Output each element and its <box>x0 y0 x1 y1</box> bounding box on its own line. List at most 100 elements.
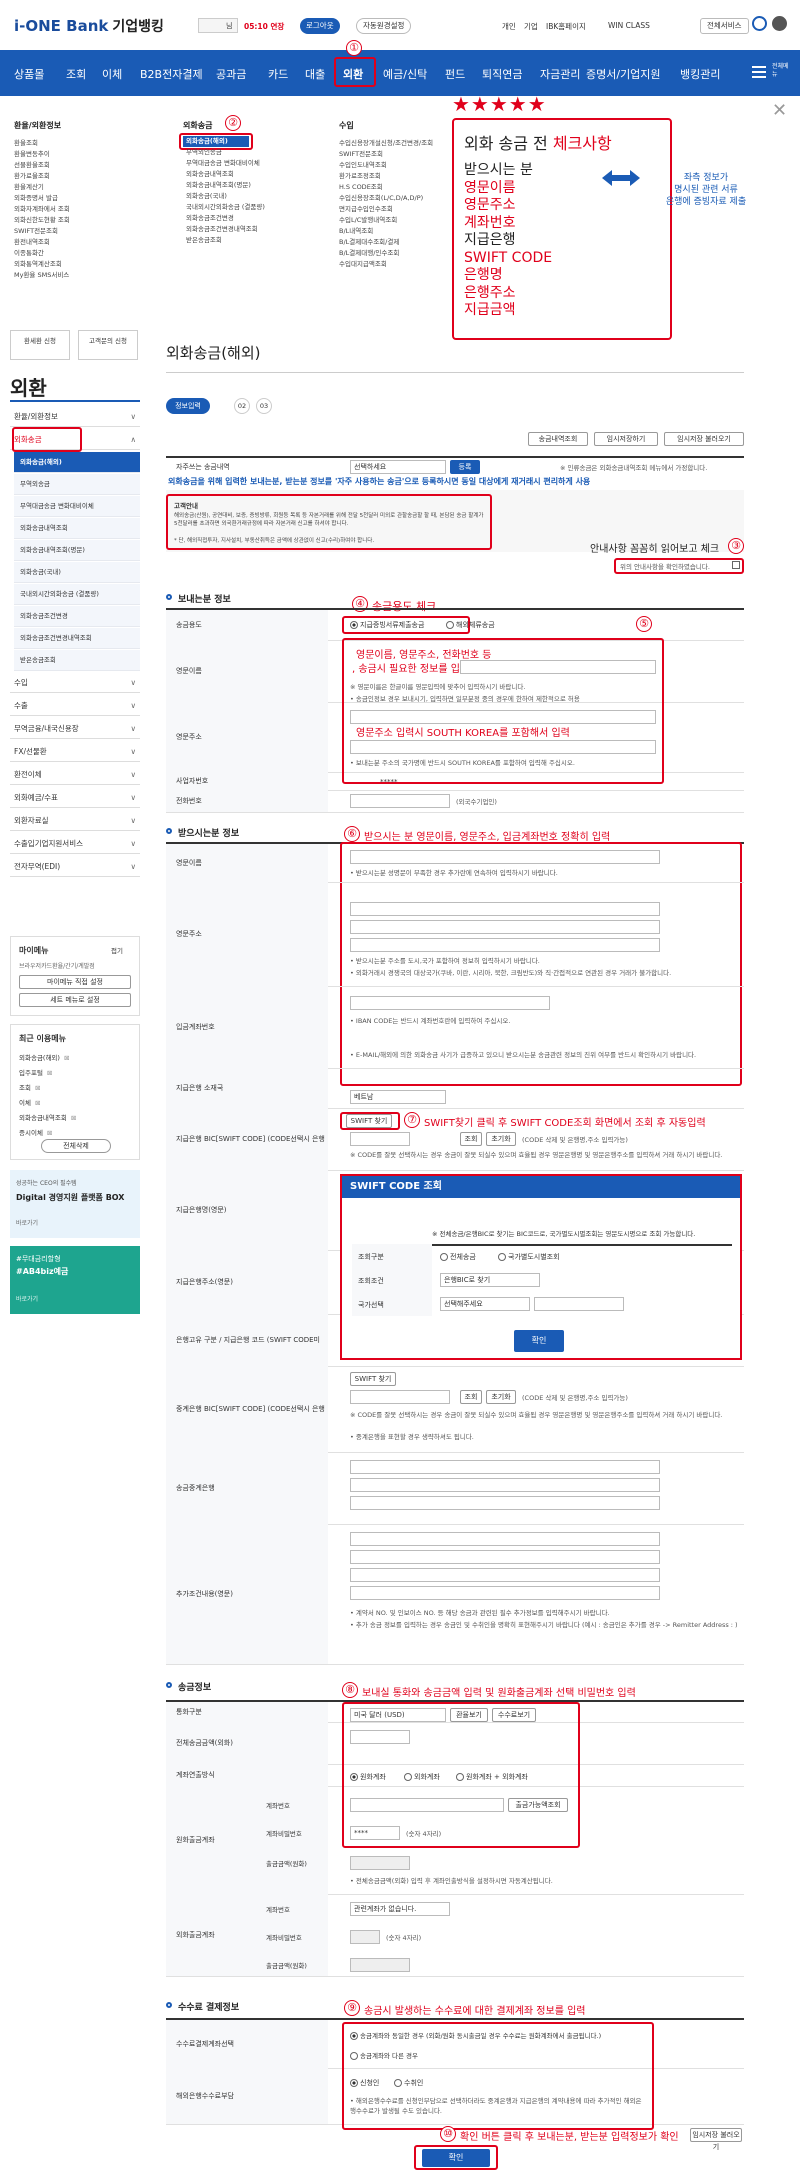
megamenu-item[interactable]: 외화송금조건변경내역조회 <box>186 224 316 235</box>
recent-item[interactable]: 외화송금내역조회 ⊠ <box>19 1111 76 1126</box>
swift-popup-type-opt1[interactable]: 전체송금 <box>440 1252 476 1262</box>
left-menu-item[interactable]: 외화예금/수표 ∨ <box>10 787 140 808</box>
recent-item[interactable]: 이체 ⊠ <box>19 1096 76 1111</box>
link-win-class[interactable]: WIN CLASS <box>608 21 650 30</box>
megamenu-item[interactable]: 환가료조정조회 <box>339 171 469 182</box>
close-icon[interactable]: ✕ <box>772 100 787 121</box>
method-opt-fx[interactable]: 외화계좌 <box>404 1772 440 1782</box>
left-submenu-item[interactable]: 외화송금내역조회(명문) <box>14 540 140 561</box>
fx-pw-input[interactable] <box>350 1930 380 1944</box>
megamenu-item[interactable]: 수입신용장조회(L/C,D/A,D/P) <box>339 193 469 204</box>
nav-fund[interactable]: 펀드 <box>445 66 465 82</box>
close-icon[interactable]: ⊠ <box>47 1069 52 1077</box>
all-service-select[interactable]: 전체서비스 <box>700 18 749 34</box>
fee-acct-opt2[interactable]: 송금계좌와 다른 경우 <box>350 2050 418 2060</box>
megamenu-item[interactable]: My환율 SMS서비스 <box>14 270 144 281</box>
recent-clear-button[interactable]: 전체삭제 <box>41 1139 111 1153</box>
extra-input-2[interactable] <box>350 1550 660 1564</box>
megamenu-item[interactable]: 외화송금(해외) <box>186 136 316 147</box>
fav-register-button[interactable]: 등록 <box>450 460 480 474</box>
sender-addr-input-1[interactable] <box>350 710 656 724</box>
megamenu-item[interactable]: 이종통화간 <box>14 248 144 259</box>
close-icon[interactable]: ⊠ <box>35 1084 40 1092</box>
history-button[interactable]: 송금내역조회 <box>528 432 588 446</box>
inter-swift-input[interactable] <box>350 1390 450 1404</box>
amount-input[interactable] <box>350 1730 410 1744</box>
settings-icon[interactable] <box>772 16 787 31</box>
left-submenu-item[interactable]: 무역대금송금 변화대비이체 <box>14 496 140 517</box>
fee-view-button[interactable]: 수수료보기 <box>492 1708 536 1722</box>
receiver-addr-input-1[interactable] <box>350 902 660 916</box>
globe-icon[interactable] <box>752 16 767 31</box>
megamenu-item[interactable]: 외화증명서 발급 <box>14 193 144 204</box>
left-submenu-item[interactable]: 외화송금조건변경내역조회 <box>14 628 140 649</box>
megamenu-item[interactable]: 국내외시간외화송금 (결품량) <box>186 202 316 213</box>
left-menu-item[interactable]: 무역금융/내국신용장 ∨ <box>10 718 140 739</box>
nav-banking-mgmt[interactable]: 뱅킹관리 <box>680 66 720 82</box>
extra-input-3[interactable] <box>350 1568 660 1582</box>
nav-card[interactable]: 카드 <box>268 66 288 82</box>
megamenu-item[interactable]: 받은송금조회 <box>186 235 316 246</box>
swift-popup-type-opt2[interactable]: 국가별도시별조회 <box>498 1252 560 1262</box>
megamenu-item[interactable]: 외화송금내역조회 <box>186 169 316 180</box>
left-submenu-item[interactable]: 외화송금조건변경 <box>14 606 140 627</box>
nav-b2b[interactable]: B2B전자결제 <box>140 66 203 82</box>
all-menu-label[interactable]: 전체메뉴 <box>772 63 792 79</box>
rate-view-button[interactable]: 환율보기 <box>450 1708 488 1722</box>
megamenu-item[interactable]: 수입L/C발행내역조회 <box>339 215 469 226</box>
purpose-option-1[interactable]: 지급증빙서류제출송금 <box>350 620 424 630</box>
megamenu-item[interactable]: 환율조회 <box>14 138 144 149</box>
left-menu-item[interactable]: FX/선물환 ∨ <box>10 741 140 762</box>
megamenu-item[interactable]: 수입대지급액조회 <box>339 259 469 270</box>
megamenu-item[interactable]: 외화자계좌에서 조회 <box>14 204 144 215</box>
megamenu-item[interactable]: 환율계산기 <box>14 182 144 193</box>
logout-button[interactable]: 로그아웃 <box>300 18 340 34</box>
megamenu-item[interactable]: B/L결제대수조회/결제 <box>339 237 469 248</box>
swift-popup-country-input[interactable] <box>534 1297 624 1311</box>
left-submenu-item[interactable]: 무역외송금 <box>14 474 140 495</box>
swift-reset-button[interactable]: 초기화 <box>486 1132 516 1146</box>
box-banner[interactable]: 성공하는 CEO의 필수템 Digital 경영지원 플랫폼 BOX 바로가기 <box>10 1170 140 1238</box>
my-menu-set-button-2[interactable]: 세트 메뉴로 설정 <box>19 993 131 1007</box>
fee-bear-opt1[interactable]: 신청인 <box>350 2078 379 2088</box>
megamenu-item[interactable]: 환가료율조회 <box>14 171 144 182</box>
nav-public-fee[interactable]: 공과금 <box>216 66 246 82</box>
nav-pension[interactable]: 퇴직연금 <box>482 66 522 82</box>
nav-products[interactable]: 상품몰 <box>14 66 44 82</box>
purpose-option-2[interactable]: 해외체류송금 <box>446 620 495 630</box>
deposit-banner[interactable]: #무대금리할형 #AB4biz예금 바로가기 <box>10 1246 140 1314</box>
my-menu-set-button[interactable]: 마이메뉴 직접 설정 <box>19 975 131 989</box>
quick-inquiry-button[interactable]: 고객문의 신청 <box>78 330 138 360</box>
inter-swift-search[interactable]: 조회 <box>460 1390 482 1404</box>
megamenu-item[interactable]: B/L결제대행/인수조회 <box>339 248 469 259</box>
close-icon[interactable]: ⊠ <box>47 1129 52 1137</box>
sender-tel-input[interactable] <box>350 794 450 808</box>
recent-item[interactable]: 입주포털 ⊠ <box>19 1066 76 1081</box>
fx-acct-select[interactable]: 관련계좌가 없습니다. <box>350 1902 450 1916</box>
link-ibk-home[interactable]: IBK홈페이지 <box>546 21 586 32</box>
sender-name-input[interactable] <box>460 660 656 674</box>
megamenu-item[interactable]: B/L내역조회 <box>339 226 469 237</box>
nav-fund-mgmt[interactable]: 자금관리 <box>540 66 580 82</box>
bottom-temp-load-button[interactable]: 임시저장 불러오기 <box>690 2128 742 2151</box>
session-timer[interactable]: 05:10 연장 <box>244 21 284 32</box>
temp-load-button[interactable]: 임시저장 불러오기 <box>664 432 744 446</box>
recent-item[interactable]: 조회 ⊠ <box>19 1081 76 1096</box>
swift-find-button[interactable]: SWIFT 찾기 <box>346 1114 392 1128</box>
fav-select[interactable]: 선택하세요 <box>350 460 446 474</box>
megamenu-item[interactable]: H.S CODE조회 <box>339 182 469 193</box>
megamenu-item[interactable]: 외화송금(국내) <box>186 191 316 202</box>
confirm-button[interactable]: 확인 <box>422 2149 490 2167</box>
link-personal[interactable]: 개인 <box>502 21 516 32</box>
megamenu-item[interactable]: 무역대금송금 변화대비이체 <box>186 158 316 169</box>
close-icon[interactable]: ⊠ <box>64 1054 69 1062</box>
swift-popup-ok-button[interactable]: 확인 <box>514 1330 564 1352</box>
megamenu-item[interactable]: SWIFT전문조회 <box>14 226 144 237</box>
inter-swift-find-button[interactable]: SWIFT 찾기 <box>350 1372 396 1386</box>
left-menu-item[interactable]: 환전이체 ∨ <box>10 764 140 785</box>
megamenu-item[interactable]: 외화통역계산조회 <box>14 259 144 270</box>
nav-loan[interactable]: 대출 <box>305 66 325 82</box>
fee-bear-opt2[interactable]: 수취인 <box>394 2078 423 2088</box>
hamburger-icon[interactable] <box>752 66 766 78</box>
inter-swift-reset[interactable]: 초기화 <box>486 1390 516 1404</box>
